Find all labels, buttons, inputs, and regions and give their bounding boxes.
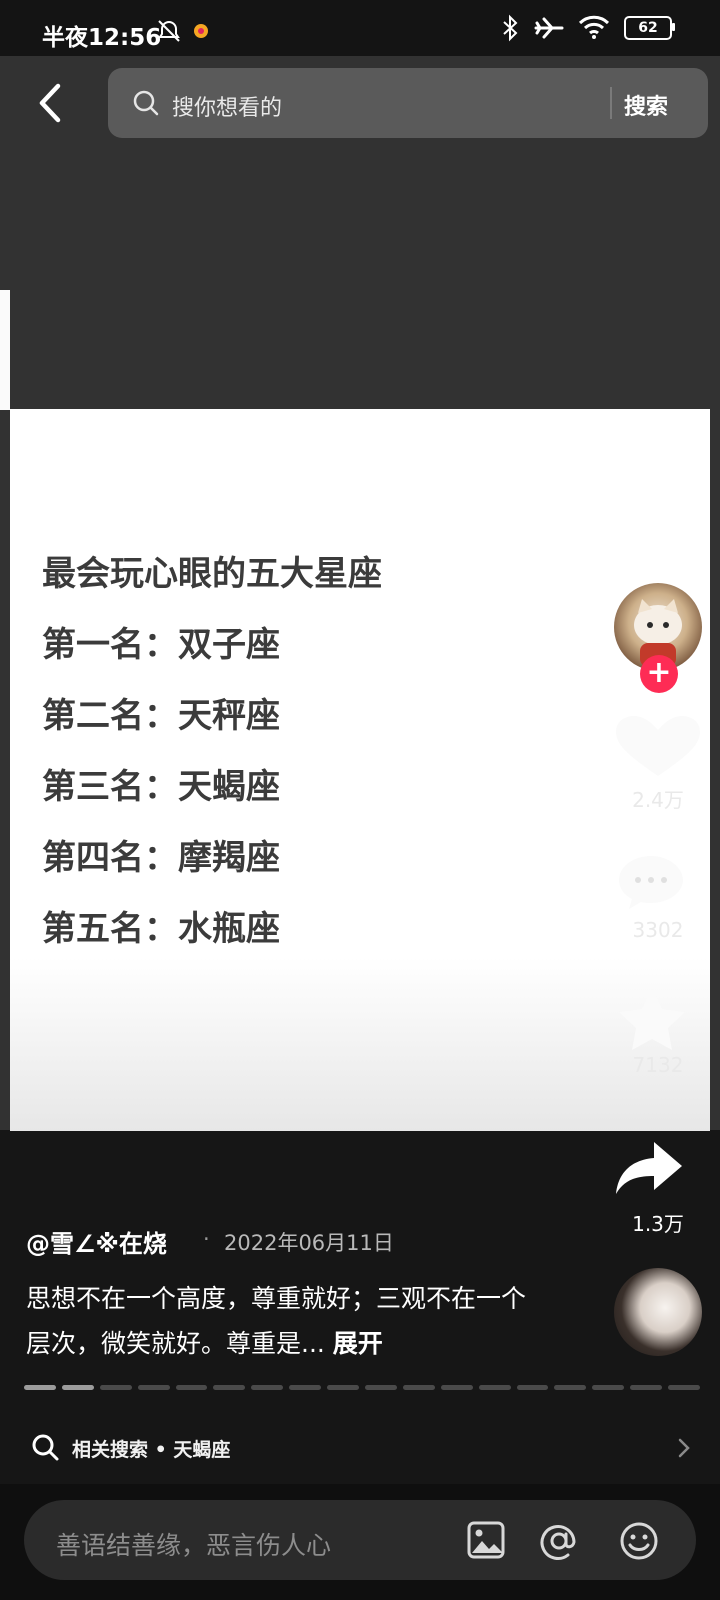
share-count: 1.3万: [632, 1212, 684, 1236]
search-icon: [133, 90, 159, 116]
star-icon: [619, 988, 685, 1050]
back-arrow-icon: [39, 83, 61, 123]
battery-level: 62: [638, 20, 658, 36]
progress-segment: [554, 1385, 587, 1390]
video-caption: 思想不在一个高度，尊重就好；三观不在一个层次，微笑就好。尊重是... 展开: [26, 1276, 546, 1366]
ranking-line: 第二名：天秤座: [42, 696, 280, 736]
wifi-icon: [578, 15, 610, 39]
search-divider: [610, 87, 612, 119]
ranking-line: 第五名：水瓶座: [42, 909, 280, 949]
progress-segment: [213, 1385, 246, 1390]
related-search-label: 相关搜索 • 天蝎座: [72, 1439, 231, 1461]
search-button[interactable]: 搜索: [624, 89, 668, 121]
video-edge: [0, 290, 10, 410]
progress-segment: [592, 1385, 625, 1390]
progress-segment: [61, 1385, 94, 1390]
video-title-text: 最会玩心眼的五大星座: [42, 554, 382, 594]
progress-segment: [327, 1385, 360, 1390]
progress-segment: [24, 1385, 56, 1390]
caption-text: 思想不在一个高度，尊重就好；三观不在一个层次，微笑就好。尊重是...: [26, 1284, 527, 1358]
progress-segment: [478, 1385, 511, 1390]
mention-icon[interactable]: [538, 1520, 580, 1562]
comment-placeholder[interactable]: 善语结善缘，恶言伤人心: [56, 1526, 331, 1562]
like-button[interactable]: [612, 714, 704, 794]
favorite-button[interactable]: [612, 986, 704, 1050]
author-name[interactable]: @雪∠※在烧: [26, 1224, 167, 1259]
progress-segment: [365, 1385, 397, 1390]
heart-icon: [616, 716, 700, 776]
status-bar: 半夜12:56 62: [0, 0, 720, 56]
ranking-line: 第四名：摩羯座: [42, 838, 280, 878]
status-time: 半夜12:56: [42, 25, 162, 51]
airplane-mode-icon: [534, 17, 564, 39]
ranking-line: 第一名：双子座: [42, 625, 280, 665]
progress-segment: [668, 1385, 701, 1390]
progress-segment: [137, 1385, 170, 1390]
ranking-line: 第三名：天蝎座: [42, 767, 280, 807]
post-date: 2022年06月11日: [224, 1231, 394, 1255]
share-button[interactable]: [614, 1140, 706, 1202]
search-bar[interactable]: 搜你想看的 搜索: [108, 68, 708, 138]
progress-segment: [440, 1385, 473, 1390]
comment-input[interactable]: 善语结善缘，恶言伤人心: [24, 1500, 696, 1580]
follow-button[interactable]: +: [640, 655, 678, 693]
comment-count: 3302: [632, 918, 684, 942]
progress-segment: [630, 1385, 663, 1390]
alarm-off-icon: [158, 20, 180, 42]
related-search-bar[interactable]: 相关搜索 • 天蝎座: [0, 1414, 720, 1480]
comment-button[interactable]: [612, 852, 704, 916]
progress-segment: [251, 1385, 284, 1390]
back-button[interactable]: [28, 74, 76, 132]
favorite-count: 7132: [632, 1053, 684, 1077]
comment-bar: 善语结善缘，恶言伤人心: [0, 1484, 720, 1600]
search-input[interactable]: 搜你想看的: [172, 90, 282, 122]
emoji-icon[interactable]: [618, 1520, 660, 1562]
meta-separator: ·: [203, 1227, 210, 1251]
battery-icon: 62: [624, 16, 672, 40]
image-icon[interactable]: [466, 1520, 506, 1560]
progress-segment: [402, 1385, 435, 1390]
progress-segment: [289, 1385, 322, 1390]
expand-link[interactable]: 展开: [333, 1329, 383, 1358]
progress-segment: [516, 1385, 549, 1390]
bluetooth-icon: [503, 14, 518, 42]
music-disc-avatar[interactable]: [614, 1268, 702, 1356]
comment-icon: [619, 856, 683, 909]
like-count: 2.4万: [632, 788, 684, 812]
progress-segment: [99, 1385, 132, 1390]
chevron-right-icon: [678, 1438, 690, 1458]
image-progress-indicator: [24, 1385, 701, 1390]
progress-segment: [175, 1385, 208, 1390]
search-icon: [32, 1434, 59, 1461]
share-arrow-icon: [616, 1142, 682, 1194]
app-notification-icon: [194, 24, 208, 38]
